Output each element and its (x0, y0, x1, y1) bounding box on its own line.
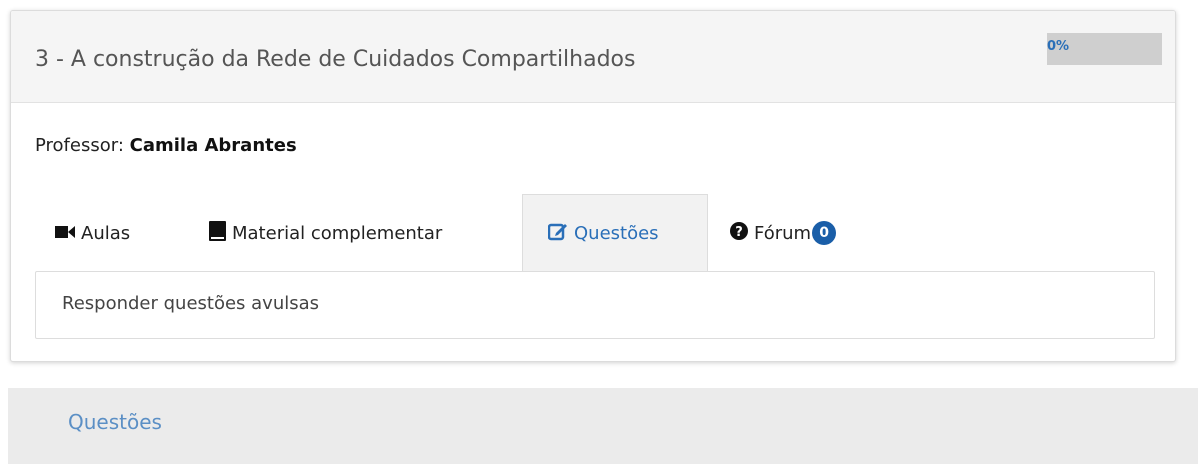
tab-content-panel: Responder questões avulsas (35, 271, 1155, 339)
professor-name: Camila Abrantes (129, 135, 297, 156)
answer-questions-link[interactable]: Responder questões avulsas (62, 293, 319, 314)
edit-square-icon (547, 221, 568, 246)
tab-material-complementar[interactable]: Material complementar (209, 194, 509, 272)
module-title: 3 - A construção da Rede de Cuidados Com… (35, 47, 636, 72)
video-camera-icon (55, 223, 75, 244)
tab-questoes[interactable]: Questões (522, 194, 708, 272)
progress-bar: 0% (1047, 33, 1162, 65)
progress-label: 0% (1047, 39, 1070, 54)
question-circle-icon: ? (730, 221, 748, 245)
professor-label: Professor: (35, 135, 124, 156)
tab-forum[interactable]: ? Fórum 0 (730, 194, 880, 272)
forum-count-badge: 0 (812, 221, 837, 245)
section-header: Questões (8, 388, 1198, 464)
tab-bar: Aulas Material complementar Questões ? F… (35, 194, 1155, 272)
section-title: Questões (68, 410, 162, 434)
tab-label: Aulas (81, 222, 131, 244)
professor-line: Professor: Camila Abrantes (35, 135, 297, 156)
tab-label: Material complementar (232, 222, 443, 244)
tab-label: Fórum (754, 222, 812, 244)
tab-aulas[interactable]: Aulas (55, 194, 175, 272)
tab-label: Questões (574, 223, 659, 244)
module-card: 3 - A construção da Rede de Cuidados Com… (10, 10, 1176, 362)
book-icon (209, 220, 226, 246)
svg-text:?: ? (735, 225, 743, 240)
module-header[interactable]: 3 - A construção da Rede de Cuidados Com… (11, 11, 1175, 103)
